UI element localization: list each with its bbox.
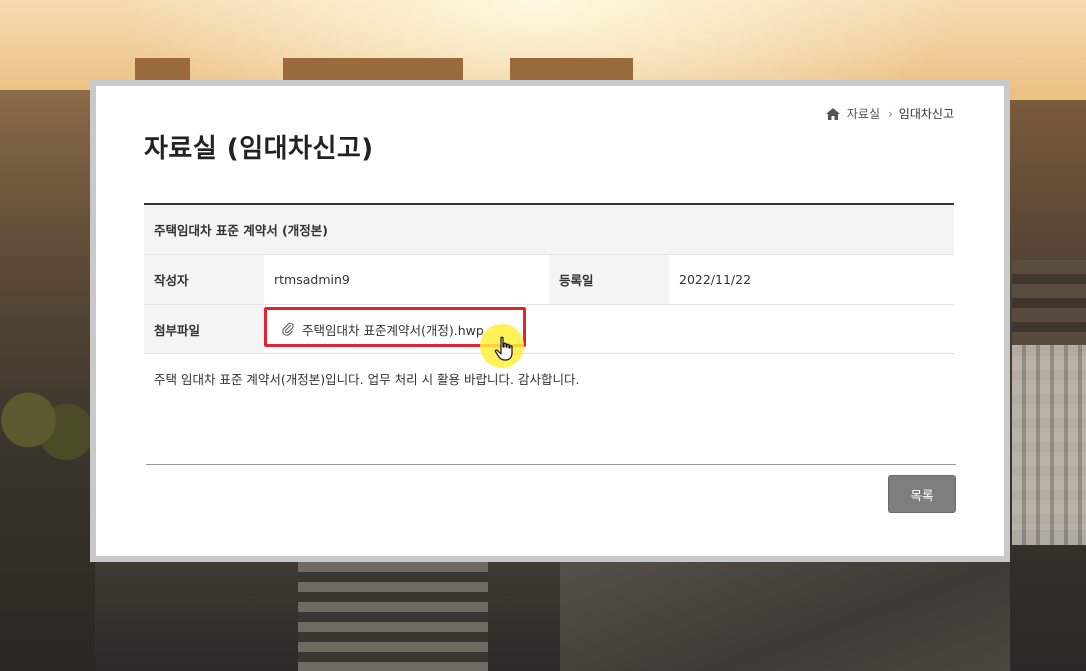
background-tower-bottom	[298, 562, 488, 671]
author-value: rtmsadmin9	[274, 272, 350, 287]
background-roof	[135, 58, 190, 80]
date-label: 등록일	[549, 255, 669, 304]
chevron-right-icon: ›	[887, 106, 893, 121]
post-subject: 주택임대차 표준 계약서 (개정본)	[154, 223, 328, 238]
attachment-download-link[interactable]: 주택임대차 표준계약서(개정).hwp	[274, 305, 492, 353]
attachment-filename: 주택임대차 표준계약서(개정).hwp	[302, 322, 484, 338]
paperclip-icon	[282, 322, 294, 336]
attachment-label: 첨부파일	[144, 305, 264, 353]
content-card: 자료실 › 임대차신고 자료실 (임대차신고) 주택임대차 표준 계약서 (개정…	[96, 86, 1004, 556]
post-subject-row: 주택임대차 표준 계약서 (개정본)	[144, 205, 954, 255]
breadcrumb: 자료실 › 임대차신고	[825, 105, 954, 122]
home-icon[interactable]	[825, 107, 841, 121]
background-roof	[283, 58, 463, 80]
attachment-row: 첨부파일 주택임대차 표준계약서(개정).hwp	[144, 305, 954, 354]
background-trees	[0, 360, 95, 480]
post-meta-row: 작성자 rtmsadmin9 등록일 2022/11/22	[144, 255, 954, 305]
page-title: 자료실 (임대차신고)	[144, 134, 374, 164]
breadcrumb-item-current: 임대차신고	[898, 107, 954, 121]
author-label: 작성자	[144, 255, 264, 304]
date-value: 2022/11/22	[679, 272, 752, 287]
background-roof	[510, 58, 633, 80]
post-body: 주택 임대차 표준 계약서(개정본)입니다. 업무 처리 시 활용 바랍니다. …	[154, 372, 580, 387]
hand-pointer-icon	[494, 336, 513, 361]
list-button[interactable]: 목록	[888, 475, 956, 513]
background-tower-white	[1012, 345, 1086, 545]
post-detail-table: 주택임대차 표준 계약서 (개정본) 작성자 rtmsadmin9 등록일 20…	[144, 203, 954, 354]
background-road	[560, 562, 1010, 671]
content-divider	[146, 464, 956, 465]
breadcrumb-item-archive[interactable]: 자료실	[847, 105, 880, 122]
